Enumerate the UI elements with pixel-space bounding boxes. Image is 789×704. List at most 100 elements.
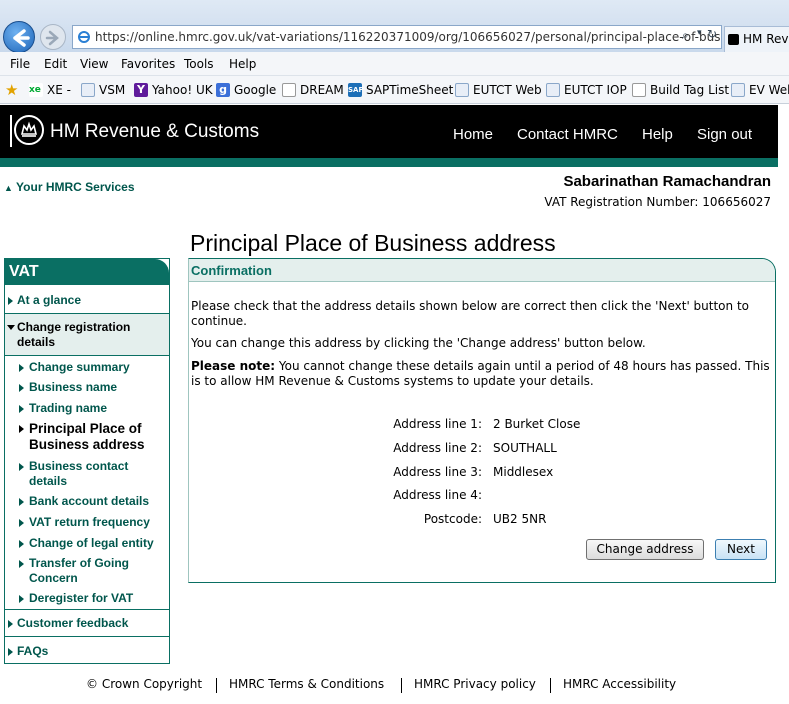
confirmation-panel: Confirmation Please check that the addre… xyxy=(188,258,776,583)
footer-terms-link[interactable]: HMRC Terms & Conditions xyxy=(229,677,384,691)
favorite-label: Google xyxy=(234,83,277,97)
favorite-google[interactable]: g Google xyxy=(216,82,276,98)
sidebar-sub-business-contact[interactable]: Business contact details xyxy=(17,459,167,489)
sidebar-sub-business-name[interactable]: Business name xyxy=(17,380,167,395)
dropdown-icon[interactable]: ▾ xyxy=(697,28,702,38)
sidebar-item-customer-feedback[interactable]: Customer feedback xyxy=(5,616,169,631)
browser-tab[interactable]: HM Reve xyxy=(724,26,789,52)
sap-icon: SAP xyxy=(348,83,364,97)
menu-bar: File Edit View Favorites Tools Help xyxy=(0,52,789,76)
your-hmrc-services-link[interactable]: ▲ Your HMRC Services xyxy=(4,180,135,194)
sidebar-sub-label: Bank account details xyxy=(29,494,150,508)
nav-home[interactable]: Home xyxy=(453,126,493,143)
next-button[interactable]: Next xyxy=(715,539,767,560)
forward-arrow-icon xyxy=(45,30,59,46)
address-line-4-label: Address line 4: xyxy=(393,488,482,502)
vat-registration-number: VAT Registration Number: 106656027 xyxy=(544,195,771,209)
sidebar-sub-change-legal-entity[interactable]: Change of legal entity xyxy=(17,536,167,551)
address-line-2-value: SOUTHALL xyxy=(493,441,557,455)
vat-sidebar: VAT At a glance Change registration deta… xyxy=(4,258,170,664)
sidebar-sub-change-summary[interactable]: Change summary xyxy=(17,360,167,375)
favorites-bar: ★ xe XE - VSM Y Yahoo! UK g Google DREAM SA… xyxy=(0,76,789,104)
chevron-down-icon xyxy=(7,325,15,330)
back-button[interactable] xyxy=(3,21,35,53)
address-line-2-label: Address line 2: xyxy=(393,441,482,455)
menu-view[interactable]: View xyxy=(80,57,108,71)
sidebar-sub-bank-account[interactable]: Bank account details xyxy=(17,494,167,509)
chevron-right-icon xyxy=(19,498,24,506)
chevron-right-icon xyxy=(8,620,13,628)
sidebar-item-label: Customer feedback xyxy=(17,616,129,630)
menu-tools[interactable]: Tools xyxy=(184,57,214,71)
sidebar-item-faqs[interactable]: FAQs xyxy=(5,644,169,659)
sidebar-item-label: At a glance xyxy=(17,293,82,307)
address-bar[interactable]: https://online.hmrc.gov.uk/vat-variation… xyxy=(72,25,722,49)
tab-favicon-icon xyxy=(728,34,739,45)
address-bar-actions[interactable]: ⌕ ▾ ↻ xyxy=(676,27,722,47)
sidebar-sub-label: Business contact details xyxy=(29,459,129,488)
sidebar-sub-label: Trading name xyxy=(29,401,108,415)
favorite-eutct-web[interactable]: EUTCT Web xyxy=(455,82,542,98)
nav-contact-hmrc[interactable]: Contact HMRC xyxy=(517,126,618,143)
favorites-star-icon[interactable]: ★ xyxy=(5,81,18,99)
menu-help[interactable]: Help xyxy=(229,57,256,71)
sidebar-sub-principal-place[interactable]: Principal Place of Business address xyxy=(17,421,167,453)
note-label: Please note: xyxy=(191,359,276,373)
sidebar-sub-label: Deregister for VAT xyxy=(29,591,134,605)
favorite-build-tag-list[interactable]: Build Tag List xyxy=(632,82,729,98)
chevron-right-icon xyxy=(19,384,24,392)
favorite-xe[interactable]: xe XE - xyxy=(29,82,71,98)
menu-favorites[interactable]: Favorites xyxy=(121,57,175,71)
refresh-icon[interactable]: ↻ xyxy=(707,27,717,41)
triangle-up-icon: ▲ xyxy=(4,183,13,193)
note-body: You cannot change these details again un… xyxy=(191,359,770,388)
favorite-dream[interactable]: DREAM xyxy=(282,82,344,98)
change-address-button[interactable]: Change address xyxy=(586,539,704,560)
postcode-value: UB2 5NR xyxy=(493,512,547,526)
sidebar-sub-label: Principal Place of Business address xyxy=(29,421,145,452)
chevron-right-icon xyxy=(19,405,24,413)
hmrc-crest-icon[interactable] xyxy=(10,115,44,147)
favorite-saptimesheet[interactable]: SAP SAPTimeSheet xyxy=(348,82,453,98)
ie-page-icon xyxy=(546,83,560,97)
footer-divider xyxy=(401,678,402,693)
sidebar-sub-deregister[interactable]: Deregister for VAT xyxy=(17,591,167,606)
favorite-label: Yahoo! UK xyxy=(152,83,213,97)
ie-page-icon xyxy=(731,83,745,97)
sidebar-sub-label: Business name xyxy=(29,380,118,394)
sidebar-sub-label: Change summary xyxy=(29,360,130,374)
chevron-right-icon xyxy=(8,297,13,305)
menu-file[interactable]: File xyxy=(10,57,30,71)
menu-edit[interactable]: Edit xyxy=(44,57,67,71)
sidebar-sub-label: VAT return frequency xyxy=(29,515,150,529)
address-line-1-label: Address line 1: xyxy=(393,417,482,431)
sidebar-sub-vat-return-frequency[interactable]: VAT return frequency xyxy=(17,515,167,530)
sidebar-sub-label: Change of legal entity xyxy=(29,536,154,550)
page-title: Principal Place of Business address xyxy=(190,230,556,256)
chevron-right-icon xyxy=(19,425,24,433)
browser-toolbar: https://online.hmrc.gov.uk/vat-variation… xyxy=(0,0,789,53)
chevron-right-icon xyxy=(8,648,13,656)
footer-privacy-link[interactable]: HMRC Privacy policy xyxy=(414,677,536,691)
favorite-ev-web[interactable]: EV Web xyxy=(731,82,789,98)
favorite-eutct-iop[interactable]: EUTCT IOP xyxy=(546,82,627,98)
forward-button[interactable] xyxy=(40,24,66,50)
chevron-right-icon xyxy=(19,519,24,527)
sidebar-sub-transfer-going-concern[interactable]: Transfer of Going Concern xyxy=(17,556,167,586)
sidebar-item-at-a-glance[interactable]: At a glance xyxy=(5,293,169,308)
footer-copyright[interactable]: © Crown Copyright xyxy=(86,677,202,691)
sidebar-item-change-registration[interactable]: Change registration details xyxy=(5,314,169,355)
ie-icon xyxy=(78,31,90,43)
footer-accessibility-link[interactable]: HMRC Accessibility xyxy=(563,677,676,691)
site-title[interactable]: HM Revenue & Customs xyxy=(50,121,259,143)
nav-sign-out[interactable]: Sign out xyxy=(697,126,752,143)
favorite-yahoo[interactable]: Y Yahoo! UK xyxy=(134,82,213,98)
address-line-1-value: 2 Burket Close xyxy=(493,417,581,431)
favorite-label: DREAM xyxy=(300,83,344,97)
sidebar-item-label: Change registration details xyxy=(17,320,131,349)
sidebar-sub-trading-name[interactable]: Trading name xyxy=(17,401,167,416)
favorite-vsm[interactable]: VSM xyxy=(81,82,125,98)
nav-help[interactable]: Help xyxy=(642,126,673,143)
search-icon[interactable]: ⌕ xyxy=(682,28,689,43)
favorite-label: EV Web xyxy=(749,83,789,97)
